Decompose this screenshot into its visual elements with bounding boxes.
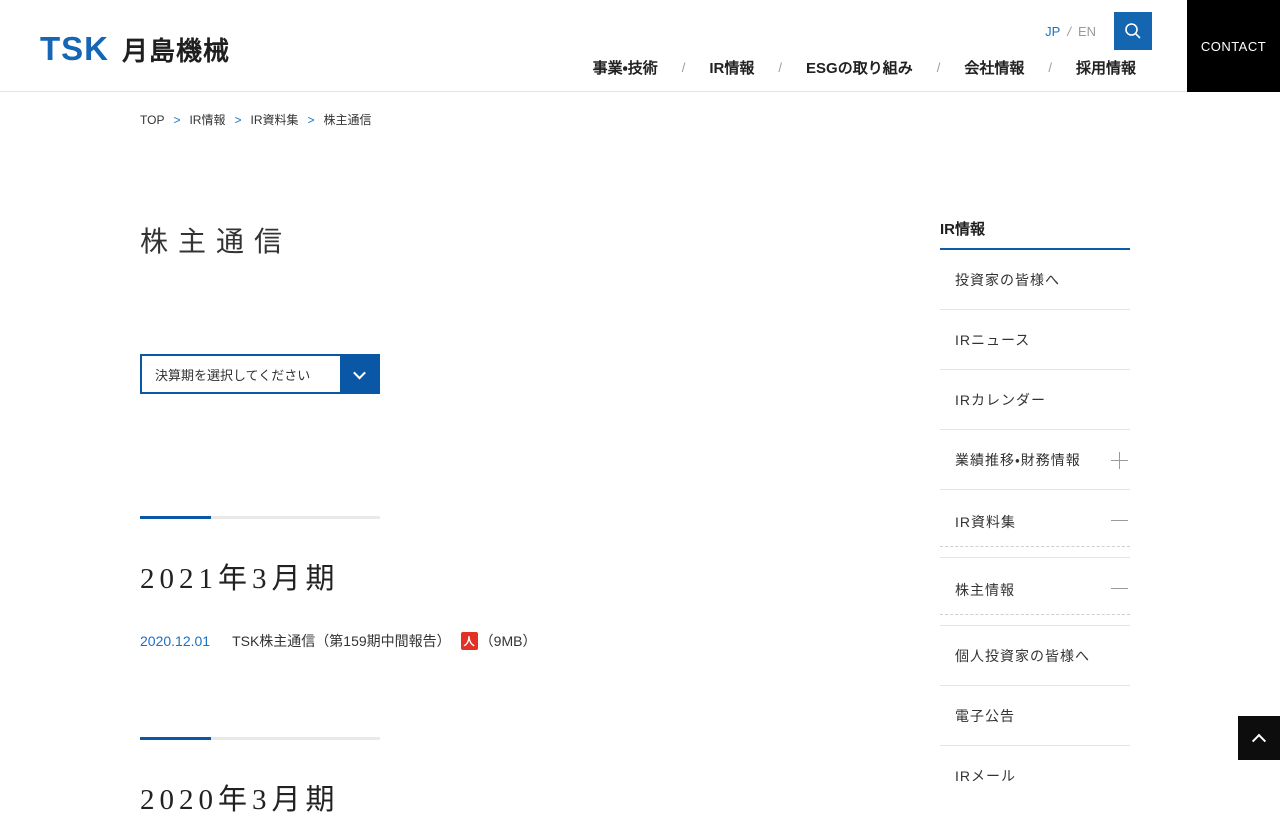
ir-sidebar: IR情報 投資家の皆様へ IRニュース IRカレンダー 業績推移・財務情報 IR… <box>940 218 1130 806</box>
breadcrumb-ir-library[interactable]: IR資料集 <box>251 111 299 128</box>
sidebar-item-individual-investors[interactable]: 個人投資家の皆様へ <box>940 626 1130 686</box>
section-fy2021: 2021年3月期 2020.12.01 TSK株主通信（第159期中間報告） 人… <box>140 516 780 651</box>
nav-item-company[interactable]: 会社情報 <box>964 57 1024 78</box>
sidebar-item-ir-news[interactable]: IRニュース <box>940 310 1130 370</box>
sidebar-item-shareholder-info[interactable]: 株主情報 <box>940 558 1130 626</box>
nav-item-esg[interactable]: ESGの取り組み <box>806 57 913 78</box>
header-topbar: JP / EN <box>1045 12 1152 50</box>
page-title: 株主通信 <box>140 226 293 257</box>
nav-item-recruit[interactable]: 採用情報 <box>1076 57 1136 78</box>
section-divider <box>140 516 380 519</box>
breadcrumb-separator: > <box>234 112 242 127</box>
fiscal-period-select-label: 決算期を選択してください <box>155 367 311 383</box>
submenu-dashed-divider <box>940 546 1130 547</box>
entry-title: TSK株主通信（第159期中間報告） <box>232 633 451 649</box>
breadcrumb: TOP > IR情報 > IR資料集 > 株主通信 <box>140 111 372 128</box>
entry-file-size: （9MB） <box>479 633 537 649</box>
scroll-to-top-button[interactable] <box>1238 716 1280 760</box>
submenu-dashed-divider <box>940 614 1130 615</box>
section-fy2020: 2020年3月期 <box>140 737 780 818</box>
company-logo[interactable]: TSK 月島機械 <box>40 30 230 68</box>
sidebar-title: IR情報 <box>940 218 1130 250</box>
lang-jp-link[interactable]: JP <box>1045 24 1060 39</box>
page: TSK 月島機械 JP / EN 事業・技術 / IR情報 / ESGの取り組み… <box>0 0 1280 816</box>
section-year-heading: 2021年3月期 <box>140 563 340 595</box>
sidebar-item-ir-mail[interactable]: IRメール <box>940 746 1130 806</box>
sidebar-item-ir-library[interactable]: IR資料集 <box>940 490 1130 558</box>
main-content: 株主通信 決算期を選択してください 2021年3月期 2020.12.01 TS… <box>140 210 780 818</box>
magnifier-icon <box>1125 23 1141 39</box>
sidebar-item-financial-info[interactable]: 業績推移・財務情報 <box>940 430 1130 490</box>
breadcrumb-separator: > <box>173 112 181 127</box>
sidebar-menu: 投資家の皆様へ IRニュース IRカレンダー 業績推移・財務情報 IR資料集 株… <box>940 250 1130 806</box>
minus-icon[interactable] <box>1111 512 1128 529</box>
sidebar-item-ir-calendar[interactable]: IRカレンダー <box>940 370 1130 430</box>
nav-separator: / <box>1048 60 1052 75</box>
nav-separator: / <box>778 60 783 75</box>
section-year-heading: 2020年3月期 <box>140 784 340 816</box>
nav-item-ir[interactable]: IR情報 <box>709 57 754 78</box>
breadcrumb-top[interactable]: TOP <box>140 113 164 127</box>
contact-button[interactable]: CONTACT <box>1187 0 1280 92</box>
section-divider <box>140 737 380 740</box>
chevron-down-icon <box>340 356 378 392</box>
nav-separator: / <box>681 60 686 75</box>
pdf-entry-link[interactable]: 2020.12.01 TSK株主通信（第159期中間報告） 人 （9MB） <box>140 631 780 651</box>
language-switcher: JP / EN <box>1045 24 1096 39</box>
main-nav: 事業・技術 / IR情報 / ESGの取り組み / 会社情報 / 採用情報 <box>593 57 1136 78</box>
entry-date: 2020.12.01 <box>140 633 211 649</box>
search-button[interactable] <box>1114 12 1152 50</box>
fiscal-period-select[interactable]: 決算期を選択してください <box>140 354 380 394</box>
sidebar-item-electronic-notice[interactable]: 電子公告 <box>940 686 1130 746</box>
nav-item-business[interactable]: 事業・技術 <box>593 57 658 78</box>
lang-separator: / <box>1067 23 1071 39</box>
logo-tsk-mark: TSK <box>40 30 109 67</box>
logo-company-name: 月島機械 <box>122 36 231 66</box>
nav-separator: / <box>936 60 941 75</box>
breadcrumb-separator: > <box>307 112 315 127</box>
chevron-up-icon <box>1251 733 1267 748</box>
site-header: TSK 月島機械 JP / EN 事業・技術 / IR情報 / ESGの取り組み… <box>0 0 1280 92</box>
plus-icon[interactable] <box>1111 451 1128 469</box>
lang-en-link[interactable]: EN <box>1078 24 1096 39</box>
pdf-file-icon: 人 <box>460 632 478 650</box>
breadcrumb-current: 株主通信 <box>323 113 372 127</box>
sidebar-item-investors[interactable]: 投資家の皆様へ <box>940 250 1130 310</box>
minus-icon[interactable] <box>1111 580 1128 597</box>
breadcrumb-ir[interactable]: IR情報 <box>189 111 225 128</box>
